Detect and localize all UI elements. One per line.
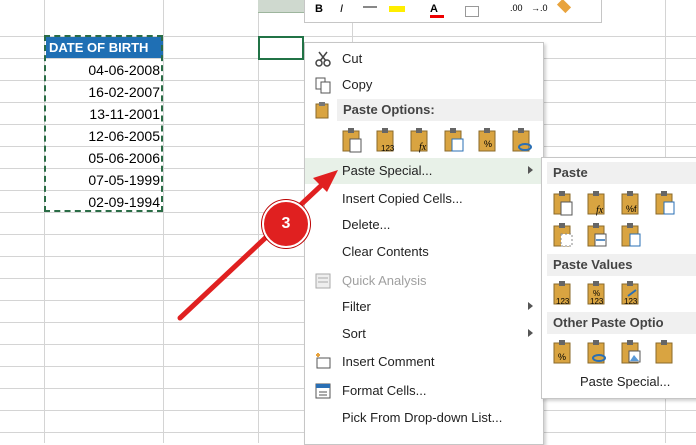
paste-linked-picture-icon[interactable] <box>654 339 676 365</box>
menu-item-insert-copied-cells[interactable]: Insert Copied Cells... <box>305 186 543 212</box>
menu-item-label: Cut <box>342 51 363 66</box>
menu-item-label: Delete... <box>342 217 391 232</box>
copy-icon <box>315 77 331 94</box>
svg-text:123: 123 <box>381 144 395 153</box>
svg-text:%: % <box>484 139 492 149</box>
paste-values-icon[interactable]: 123 <box>552 280 574 306</box>
paste-values-number-format-icon[interactable]: % 123 <box>586 280 608 306</box>
quick-analysis-icon <box>315 273 331 289</box>
menu-item-label: Insert Comment <box>342 354 435 369</box>
column-header-selected <box>258 0 304 13</box>
paste-formulas-number-format-icon[interactable]: %f <box>620 190 642 216</box>
decrease-decimal-button[interactable]: →.0 <box>531 3 548 13</box>
paste-keep-widths-icon[interactable] <box>586 222 608 248</box>
menu-item-insert-comment[interactable]: Insert Comment <box>305 349 543 375</box>
paste-formulas-icon[interactable]: fx <box>586 190 608 216</box>
paste-keep-source-icon[interactable] <box>341 127 363 153</box>
menu-item-label: Pick From Drop-down List... <box>342 410 503 425</box>
paste-formatting-icon[interactable]: % <box>477 127 499 153</box>
menu-item-clear-contents[interactable]: Clear Contents <box>305 239 543 265</box>
paste-link-icon[interactable] <box>586 339 608 365</box>
paste-icon <box>315 102 329 119</box>
menu-item-quick-analysis[interactable]: Quick Analysis <box>305 268 543 294</box>
submenu-arrow-icon <box>528 166 533 174</box>
paste-values-icon[interactable]: 123 <box>375 127 397 153</box>
font-color-bar-icon <box>430 15 444 18</box>
menu-item-label: Format Cells... <box>342 383 427 398</box>
submenu-arrow-icon <box>528 329 533 337</box>
menu-item-label: Clear Contents <box>342 244 429 259</box>
paste-formatting-icon[interactable]: % <box>552 339 574 365</box>
paste-link-icon[interactable] <box>511 127 533 153</box>
context-menu: Cut Copy Paste Options: 123 fx % Paste S… <box>304 42 544 445</box>
paste-special-submenu: Paste fx %f Paste Values 123 % 123 123 O… <box>541 157 696 399</box>
grid-col-line <box>163 0 164 443</box>
align-icon[interactable] <box>363 6 377 8</box>
menu-item-paste-special[interactable]: Paste Special... <box>305 158 543 184</box>
svg-text:fx: fx <box>419 142 427 153</box>
cut-icon <box>315 51 331 67</box>
copy-marquee <box>44 35 163 212</box>
increase-decimal-button[interactable]: .00 <box>510 3 523 13</box>
fill-color-icon[interactable] <box>389 6 405 12</box>
menu-item-label: Quick Analysis <box>342 273 427 288</box>
format-painter-icon[interactable] <box>556 0 572 14</box>
font-color-button[interactable]: A <box>430 3 438 15</box>
paste-values-source-formatting-icon[interactable]: 123 <box>620 280 642 306</box>
submenu-other-paste-header: Other Paste Optio <box>547 312 696 334</box>
paste-options-header: Paste Options: <box>337 99 543 121</box>
menu-item-label: Copy <box>342 77 373 92</box>
svg-text:fx: fx <box>596 205 604 216</box>
menu-item-label: Sort <box>342 326 366 341</box>
borders-icon[interactable] <box>465 6 479 17</box>
submenu-paste-special-link[interactable]: Paste Special... <box>580 374 670 389</box>
paste-transpose-icon[interactable] <box>620 222 642 248</box>
paste-icon[interactable] <box>552 190 574 216</box>
svg-text:123: 123 <box>556 297 570 306</box>
submenu-paste-values-header: Paste Values <box>547 254 696 276</box>
menu-item-pick-from-list[interactable]: Pick From Drop-down List... <box>305 405 543 431</box>
step-badge: 3 <box>262 200 310 248</box>
paste-formulas-icon[interactable]: fx <box>409 127 431 153</box>
paste-transpose-icon[interactable] <box>443 127 465 153</box>
svg-text:123: 123 <box>590 297 604 306</box>
svg-text:%: % <box>558 352 566 362</box>
mini-toolbar: B I A .00 →.0 <box>304 0 602 23</box>
format-cells-icon <box>315 383 331 399</box>
svg-text:123: 123 <box>624 297 638 306</box>
paste-keep-source-formatting-icon[interactable] <box>654 190 676 216</box>
insert-comment-icon <box>316 353 331 369</box>
bold-button[interactable]: B <box>315 3 323 15</box>
menu-item-label: Paste Special... <box>342 163 433 178</box>
menu-item-cut[interactable]: Cut <box>305 46 543 72</box>
menu-item-sort[interactable]: Sort <box>305 321 543 347</box>
paste-picture-icon[interactable] <box>620 339 642 365</box>
paste-no-borders-icon[interactable] <box>552 222 574 248</box>
submenu-paste-header: Paste <box>547 162 696 184</box>
active-cell[interactable] <box>258 36 304 60</box>
italic-button[interactable]: I <box>340 3 343 15</box>
menu-item-filter[interactable]: Filter <box>305 294 543 320</box>
menu-item-label: Insert Copied Cells... <box>342 191 463 206</box>
menu-item-delete[interactable]: Delete... <box>305 212 543 238</box>
grid-col-line <box>258 0 259 443</box>
submenu-arrow-icon <box>528 302 533 310</box>
svg-text:%f: %f <box>626 204 637 214</box>
menu-item-format-cells[interactable]: Format Cells... <box>305 378 543 404</box>
menu-item-label: Filter <box>342 299 371 314</box>
menu-item-copy[interactable]: Copy <box>305 72 543 98</box>
